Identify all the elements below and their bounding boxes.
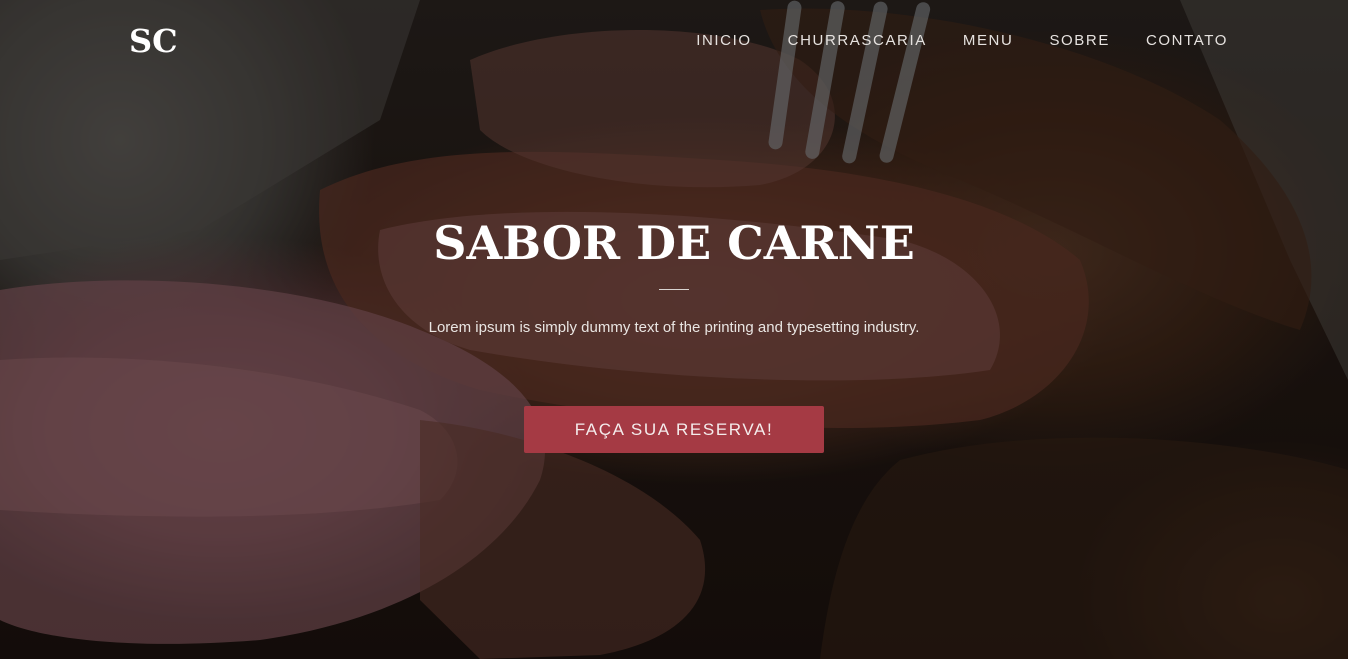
nav-item-churrascaria[interactable]: CHURRASCARIA xyxy=(788,32,927,49)
hero-content: SABOR DE CARNE Lorem ipsum is simply dum… xyxy=(0,210,1348,453)
nav-item-contato[interactable]: CONTATO xyxy=(1146,32,1228,49)
nav-item-inicio[interactable]: INICIO xyxy=(696,32,751,49)
nav-item-menu[interactable]: MENU xyxy=(963,32,1014,49)
reservation-button[interactable]: FAÇA SUA RESERVA! xyxy=(524,406,824,453)
hero-section: SC INICIO CHURRASCARIA MENU SOBRE CONTAT… xyxy=(0,0,1348,659)
brand-logo[interactable]: SC xyxy=(129,22,178,60)
title-divider xyxy=(659,289,689,290)
hero-title: SABOR DE CARNE xyxy=(433,216,915,270)
main-nav: INICIO CHURRASCARIA MENU SOBRE CONTATO xyxy=(696,32,1228,49)
hero-subtitle: Lorem ipsum is simply dummy text of the … xyxy=(428,319,920,336)
nav-item-sobre[interactable]: SOBRE xyxy=(1049,32,1110,49)
